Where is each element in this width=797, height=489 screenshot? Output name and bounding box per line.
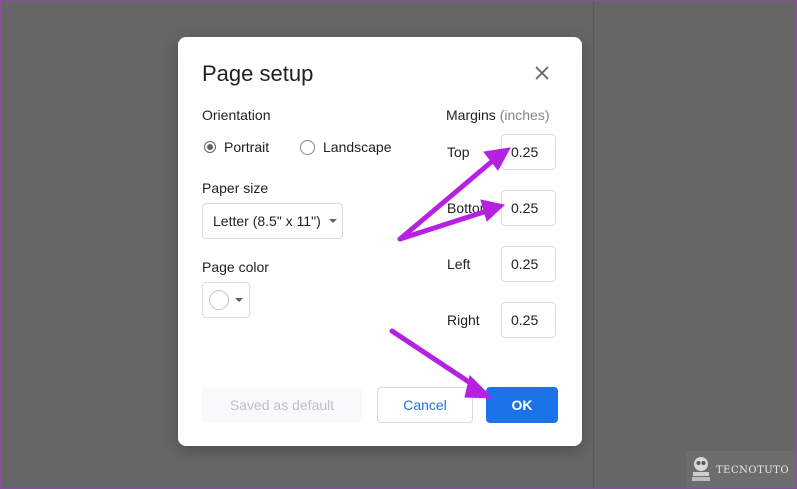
watermark-text: TECNOTUTO (716, 464, 790, 476)
margin-right-label: Right (447, 312, 480, 328)
orientation-label: Orientation (202, 107, 271, 123)
radio-landscape-label: Landscape (323, 139, 392, 155)
page-setup-dialog: Page setup Orientation Portrait Landscap… (178, 37, 582, 446)
close-icon (535, 66, 549, 80)
margin-top-label: Top (447, 144, 470, 160)
chevron-down-icon (328, 219, 337, 223)
close-button[interactable] (530, 61, 554, 85)
document-edge (593, 0, 594, 489)
paper-size-value: Letter (8.5" x 11") (213, 213, 321, 229)
owl-logo-icon (692, 457, 710, 481)
paper-size-select[interactable]: Letter (8.5" x 11") (202, 203, 343, 239)
margin-left-label: Left (447, 256, 471, 272)
margins-heading: Margins (inches) (446, 107, 549, 123)
dialog-title: Page setup (202, 61, 314, 86)
ok-button[interactable]: OK (486, 387, 558, 423)
radio-unselected-icon (300, 139, 315, 155)
margin-left-input[interactable]: 0.25 (501, 246, 556, 282)
margin-right-input[interactable]: 0.25 (501, 302, 556, 338)
watermark: TECNOTUTO (686, 451, 797, 489)
chevron-down-icon (235, 298, 243, 302)
margins-unit: (inches) (499, 107, 550, 123)
paper-size-label: Paper size (202, 180, 269, 196)
radio-landscape[interactable]: Landscape (300, 139, 392, 155)
save-as-default-button[interactable]: Saved as default (202, 387, 362, 423)
radio-selected-icon (204, 141, 216, 153)
margin-bottom-input[interactable]: 0.25 (501, 190, 556, 226)
radio-portrait[interactable]: Portrait (204, 139, 269, 155)
page-color-picker[interactable] (202, 282, 250, 318)
radio-portrait-label: Portrait (224, 139, 270, 155)
page-color-label: Page color (202, 259, 269, 275)
color-swatch (209, 290, 229, 310)
margins-label: Margins (446, 107, 496, 123)
margin-top-input[interactable]: 0.25 (501, 134, 556, 170)
cancel-button[interactable]: Cancel (377, 387, 473, 423)
margin-bottom-label: Bottom (447, 200, 492, 216)
